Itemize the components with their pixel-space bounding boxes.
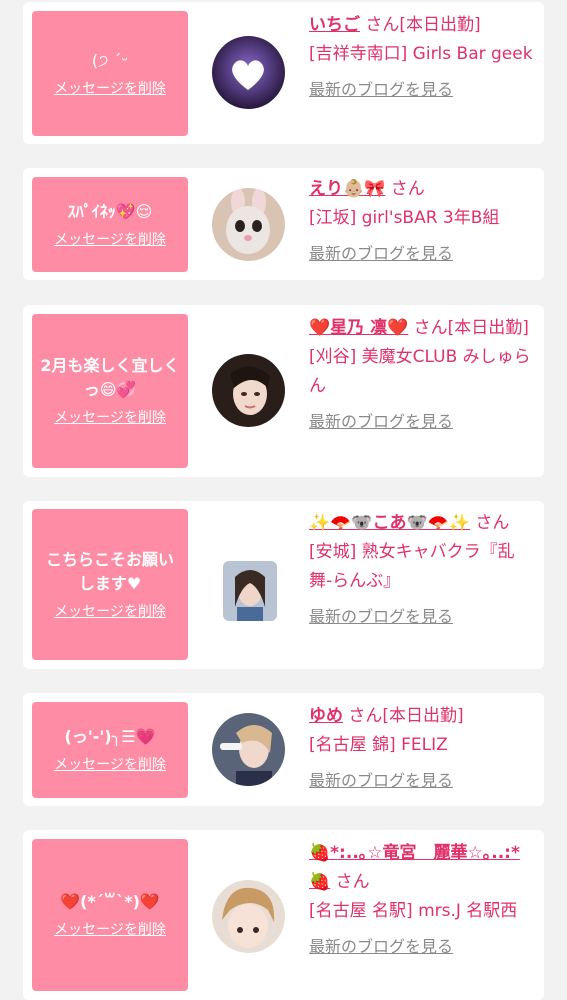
bunny-avatar-icon (212, 188, 285, 261)
message-text: ｽﾊﾟｲﾈｯ💖😌 (67, 201, 153, 221)
cast-info: ゆめ さん[本日出勤] [名古屋 錦] FELIZ 最新のブログを見る (309, 702, 537, 796)
view-blog-link[interactable]: 最新のブログを見る (309, 766, 453, 795)
message-box: ❤️(*´꒳`*)❤️ メッセージを削除 (32, 839, 188, 991)
view-blog-link[interactable]: 最新のブログを見る (309, 75, 453, 104)
message-box: (っ'-')╮☰💗 メッセージを削除 (32, 702, 188, 798)
view-blog-link[interactable]: 最新のブログを見る (309, 239, 453, 268)
shop-name: [江坂] girl'sBAR 3年B組 (309, 208, 500, 228)
cast-avatar[interactable] (212, 713, 285, 786)
cast-name-link[interactable]: ✨🪭🐨こあ🐨🪭✨ (309, 513, 470, 533)
message-box: こちらこそお願いします♥ メッセージを削除 (32, 509, 188, 660)
message-card: ｽﾊﾟｲﾈｯ💖😌 メッセージを削除 えり👶🏼🎀 さん [江坂] girl'sBA… (23, 168, 544, 280)
blonde-avatar-icon (212, 880, 285, 953)
delete-message-link[interactable]: メッセージを削除 (54, 408, 166, 428)
delete-message-link[interactable]: メッセージを削除 (54, 920, 166, 940)
woman-avatar-icon (212, 354, 285, 427)
delete-message-link[interactable]: メッセージを削除 (54, 79, 166, 99)
message-text: こちらこそお願いします♥ (45, 549, 174, 593)
honorific: さん (413, 318, 448, 338)
cast-info: えり👶🏼🎀 さん [江坂] girl'sBAR 3年B組 最新のブログを見る (309, 175, 537, 269)
view-blog-link[interactable]: 最新のブログを見る (309, 932, 453, 961)
message-card: こちらこそお願いします♥ メッセージを削除 ✨🪭🐨こあ🐨🪭✨ さん [安城] 熟… (23, 501, 544, 669)
status-badge: [本日出勤] (447, 318, 529, 338)
view-blog-link[interactable]: 最新のブログを見る (309, 407, 453, 436)
photo-avatar-icon (223, 561, 277, 621)
message-card: (੭ ˊᵕ メッセージを削除 いちご さん[本日出勤] [吉祥寺南口] Girl… (23, 2, 544, 144)
status-badge: [本日出勤] (399, 15, 481, 35)
message-box: ｽﾊﾟｲﾈｯ💖😌 メッセージを削除 (32, 177, 188, 272)
cast-avatar[interactable] (212, 188, 285, 261)
honorific: さん (390, 179, 425, 199)
cast-info: いちご さん[本日出勤] [吉祥寺南口] Girls Bar geek 最新のブ… (309, 11, 537, 105)
heart-avatar-icon (212, 36, 285, 109)
cast-name-link[interactable]: ゆめ (309, 706, 343, 726)
cast-info: ❤️星乃 凛❤️ さん[本日出勤] [刈谷] 美魔女CLUB みしゅらん 最新の… (309, 314, 537, 437)
cast-name-link[interactable]: いちご (309, 15, 360, 35)
delete-message-link[interactable]: メッセージを削除 (54, 602, 166, 622)
cast-name-link[interactable]: えり👶🏼🎀 (309, 179, 385, 199)
shop-name: [名古屋 名駅] mrs.J 名駅西 (309, 901, 518, 921)
cast-avatar[interactable] (212, 880, 285, 953)
message-card: ❤️(*´꒳`*)❤️ メッセージを削除 🍓*:..｡☆竜宮 麗華☆｡..:*🍓… (23, 830, 544, 1000)
message-text: (੭ ˊᵕ (91, 50, 129, 70)
cast-name-link[interactable]: ❤️星乃 凛❤️ (309, 318, 408, 338)
cast-avatar[interactable] (212, 36, 285, 109)
shop-name: [安城] 熟女キャバクラ『乱舞-らんぶ』 (309, 542, 515, 591)
honorific: さん (475, 513, 510, 533)
honorific: さん (365, 15, 400, 35)
honorific: さん (348, 706, 383, 726)
shop-name: [名古屋 錦] FELIZ (309, 735, 448, 755)
delete-message-link[interactable]: メッセージを削除 (54, 230, 166, 250)
shop-name: [刈谷] 美魔女CLUB みしゅらん (309, 347, 531, 396)
peace-avatar-icon (212, 713, 285, 786)
message-text: 2月も楽しく宜しくっ😄💞 (40, 356, 180, 399)
message-box: (੭ ˊᵕ メッセージを削除 (32, 11, 188, 136)
cast-avatar[interactable] (212, 354, 285, 427)
cast-info: 🍓*:..｡☆竜宮 麗華☆｡..:*🍓 さん [名古屋 名駅] mrs.J 名駅… (309, 839, 537, 962)
message-card: (っ'-')╮☰💗 メッセージを削除 ゆめ さん[本日出勤] [名古屋 錦] F… (23, 693, 544, 806)
message-card: 2月も楽しく宜しくっ😄💞 メッセージを削除 ❤️星乃 凛❤️ さん[本日出勤] … (23, 305, 544, 477)
shop-name: [吉祥寺南口] Girls Bar geek (309, 44, 533, 64)
view-blog-link[interactable]: 最新のブログを見る (309, 602, 453, 631)
delete-message-link[interactable]: メッセージを削除 (54, 755, 166, 775)
message-text: (っ'-')╮☰💗 (64, 727, 156, 746)
status-badge: [本日出勤] (382, 706, 464, 726)
message-box: 2月も楽しく宜しくっ😄💞 メッセージを削除 (32, 314, 188, 468)
honorific: さん (335, 872, 370, 892)
cast-avatar[interactable] (223, 561, 277, 621)
message-text: ❤️(*´꒳`*)❤️ (60, 892, 160, 911)
cast-info: ✨🪭🐨こあ🐨🪭✨ さん [安城] 熟女キャバクラ『乱舞-らんぶ』 最新のブログを… (309, 509, 537, 632)
